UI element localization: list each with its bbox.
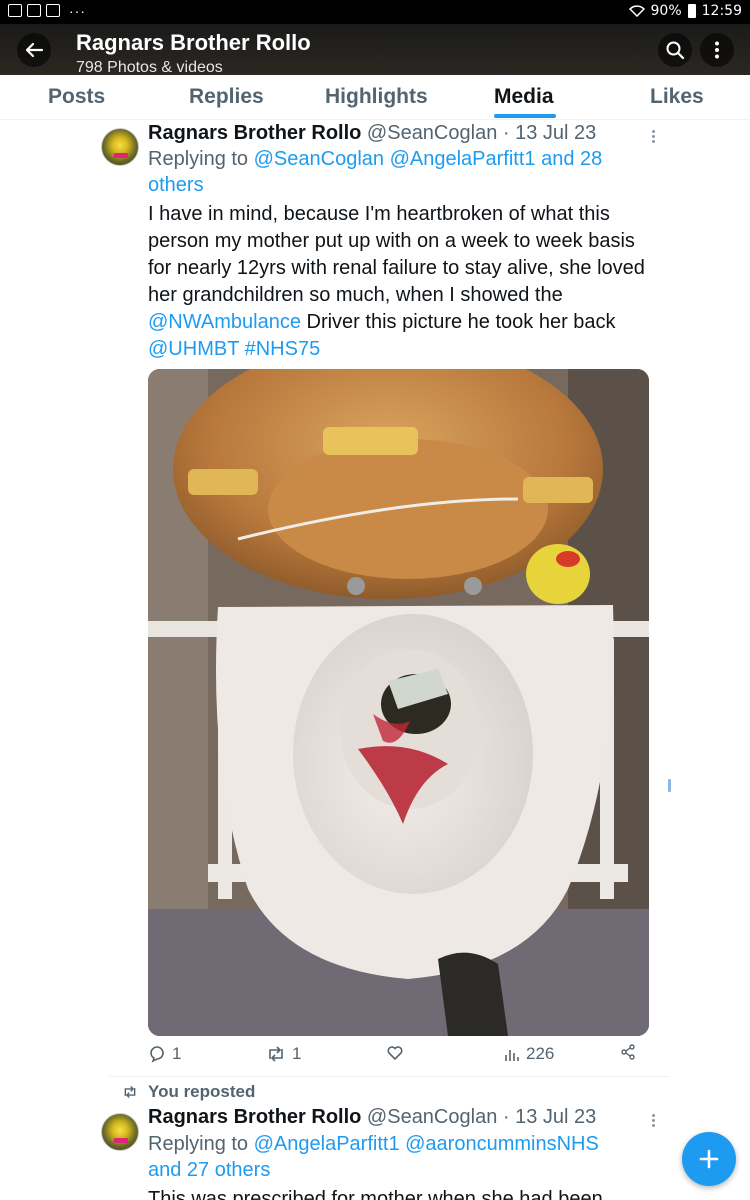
compose-button[interactable]	[682, 1132, 736, 1186]
avatar[interactable]	[101, 128, 139, 166]
repost-indicator: You reposted	[122, 1082, 255, 1102]
profile-tabs: Posts Replies Highlights Media Likes	[0, 75, 750, 120]
gallery-notification-icon	[8, 4, 22, 17]
back-arrow-icon	[25, 42, 44, 58]
scrollbar-thumb[interactable]	[668, 779, 671, 792]
more-vertical-icon	[715, 41, 719, 59]
share-icon	[621, 1044, 635, 1060]
profile-name-title: Ragnars Brother Rollo	[76, 30, 311, 55]
tweet-text-part: I have in mind, because I'm heartbroken …	[148, 203, 645, 306]
tweet-text: This was prescribed for mother when she …	[148, 1188, 603, 1200]
repost-button[interactable]: 1	[266, 1044, 301, 1064]
tab-posts[interactable]: Posts	[48, 85, 105, 109]
clock: 12:59	[701, 3, 742, 19]
tweet-header: Ragnars Brother Rollo @SeanCoglan · 13 J…	[148, 1106, 596, 1129]
active-tab-indicator	[494, 114, 556, 118]
repost-label: You reposted	[148, 1082, 256, 1101]
separator: ·	[502, 122, 510, 144]
reply-icon	[150, 1046, 164, 1063]
tweet-more-icon[interactable]	[650, 130, 656, 146]
tweet-date[interactable]: 13 Jul 23	[515, 1106, 596, 1128]
reply-button[interactable]: 1	[148, 1044, 181, 1064]
author-handle[interactable]: @SeanCoglan	[367, 1106, 497, 1128]
hashtag-link[interactable]: #NHS75	[245, 338, 321, 360]
more-options-button[interactable]	[700, 33, 734, 67]
replying-to: Replying to @AngelaParfitt1 @aaroncummin…	[148, 1131, 628, 1183]
tab-likes[interactable]: Likes	[650, 85, 704, 109]
repost-count: 1	[292, 1044, 302, 1063]
profile-header: Ragnars Brother Rollo 798 Photos & video…	[0, 24, 750, 75]
tab-replies[interactable]: Replies	[189, 85, 264, 109]
author-name[interactable]: Ragnars Brother Rollo	[148, 1106, 361, 1128]
share-button[interactable]	[620, 1044, 636, 1060]
tweet-header: Ragnars Brother Rollo @SeanCoglan · 13 J…	[148, 122, 596, 145]
avatar[interactable]	[101, 1113, 139, 1151]
wifi-icon	[628, 5, 645, 17]
reply-count: 1	[172, 1044, 182, 1063]
replying-to-label: Replying to	[148, 1133, 249, 1155]
author-name[interactable]: Ragnars Brother Rollo	[148, 122, 361, 144]
replying-to-label: Replying to	[148, 148, 249, 170]
author-handle[interactable]: @SeanCoglan	[367, 122, 497, 144]
search-icon	[666, 41, 685, 60]
like-button[interactable]	[386, 1044, 404, 1062]
tweet-text: I have in mind, because I'm heartbroken …	[148, 201, 658, 363]
tab-highlights[interactable]: Highlights	[325, 85, 428, 109]
tweet-actions: 1 1 226	[148, 1044, 648, 1068]
repost-icon	[269, 1046, 283, 1062]
tab-media[interactable]: Media	[494, 85, 554, 109]
views-icon	[505, 1050, 519, 1061]
tweet-date[interactable]: 13 Jul 23	[515, 122, 596, 144]
views-button[interactable]: 226	[504, 1044, 554, 1064]
back-button[interactable]	[17, 33, 51, 67]
tweet-more-icon[interactable]	[650, 1114, 656, 1130]
battery-icon	[687, 4, 696, 18]
tweet-divider	[108, 1076, 670, 1077]
views-count: 226	[526, 1044, 555, 1063]
plus-icon	[699, 1149, 719, 1169]
photo-illustration	[148, 369, 649, 1036]
like-icon	[387, 1046, 403, 1061]
media-count: 798 Photos & videos	[76, 59, 223, 75]
replying-to: Replying to @SeanCoglan @AngelaParfitt1 …	[148, 146, 648, 198]
separator: ·	[502, 1106, 510, 1128]
flipboard-notification-icon	[46, 4, 60, 17]
mention-link[interactable]: @NWAmbulance	[148, 311, 301, 333]
search-button[interactable]	[658, 33, 692, 67]
mention-link[interactable]: @UHMBT	[148, 338, 239, 360]
tweet-text-part: Driver this picture he took her back	[300, 311, 616, 333]
more-notifications-indicator: ···	[69, 2, 86, 19]
repost-icon	[124, 1086, 136, 1098]
battery-percent: 90%	[650, 3, 682, 19]
tweet-photo[interactable]	[148, 369, 649, 1036]
youtube-notification-icon	[27, 4, 41, 17]
status-bar: ··· 90% 12:59	[0, 0, 750, 24]
